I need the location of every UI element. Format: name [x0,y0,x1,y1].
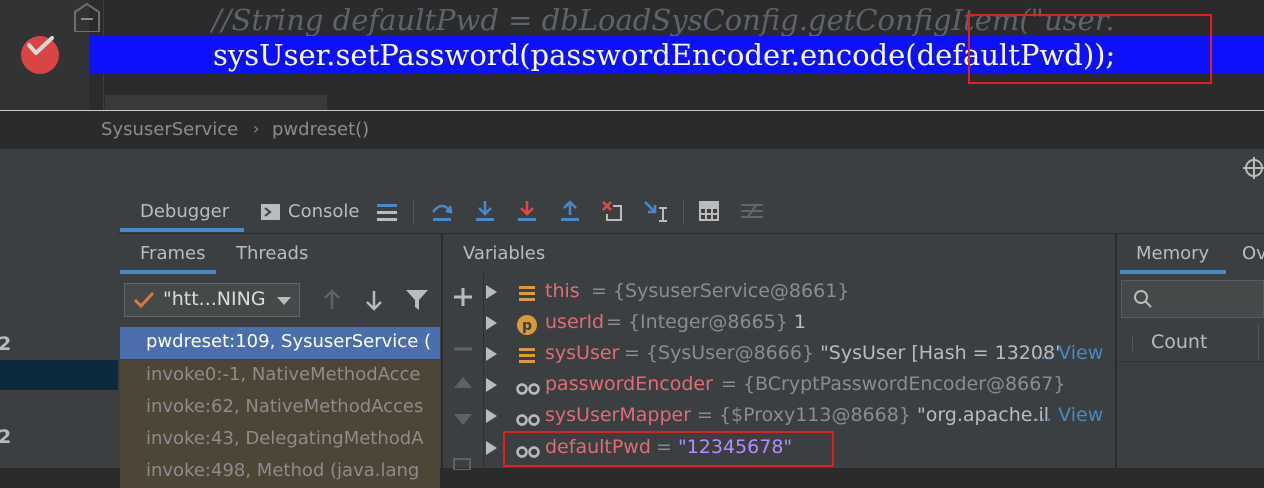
breadcrumb-method[interactable]: pwdreset() [272,119,369,140]
frame-row[interactable]: invoke:498, Method (java.lang [120,456,440,488]
chevron-down-icon [277,297,291,305]
copy-watch-icon[interactable] [452,455,472,474]
field-icon [519,348,535,363]
expand-arrow-icon[interactable] [486,441,497,455]
move-down-icon[interactable] [453,412,473,431]
tab-overhead[interactable]: Ov [1242,243,1264,264]
expand-arrow-icon[interactable] [486,347,497,361]
run-to-cursor-icon[interactable] [644,200,668,226]
frame-label: invoke0:-1, NativeMethodAcce [146,364,421,385]
variable-name: userId [545,311,605,333]
annotation-highlight-box [968,14,1212,84]
variable-ref: {$Proxy113@8668} [718,404,911,426]
strip-number: 2 [0,333,12,355]
remove-watch-icon[interactable] [453,337,473,356]
tab-frames-underline [120,270,216,274]
trace-stream-icon[interactable] [741,202,763,224]
parameter-icon: p [517,315,537,335]
strip-number: 2 [0,426,12,448]
frame-row[interactable]: invoke:43, DelegatingMethodA [120,424,440,456]
column-divider [1258,325,1259,361]
variables-title: Variables [463,243,546,264]
frames-list: pwdreset:109, SysuserService ( invoke0:-… [120,325,440,488]
expand-arrow-icon[interactable] [486,378,497,392]
layout-menu-icon[interactable] [377,203,397,225]
frame-row[interactable]: invoke:62, NativeMethodAcces [120,392,440,424]
force-step-into-icon[interactable] [516,200,538,226]
editor-horizontal-scrollbar[interactable] [105,95,327,110]
memory-search-input[interactable] [1121,280,1264,318]
variable-ref: {BCryptPasswordEncoder@8667} [742,373,1066,395]
variable-name: sysUser [545,342,620,364]
console-icon [261,204,280,224]
breadcrumb-separator: › [253,119,260,138]
expand-arrow-icon[interactable] [486,285,497,299]
variable-ref: {Integer@8665} [627,311,788,333]
annotation-highlight-box [503,431,834,467]
crosshair-icon[interactable] [1243,157,1264,183]
view-link[interactable]: ... View [1034,404,1103,426]
view-link[interactable]: ... View [1034,342,1103,364]
tab-console[interactable]: Console [288,201,359,222]
evaluate-expression-icon[interactable] [699,201,719,225]
fold-marker-icon[interactable] [71,2,103,33]
tab-frames[interactable]: Frames [140,243,205,264]
add-watch-icon[interactable] [453,287,473,311]
frame-label: invoke:62, NativeMethodAcces [146,396,424,417]
expand-arrow-icon[interactable] [486,316,497,330]
variable-ref: {SysUser@8666} [645,342,815,364]
left-tool-strip [0,149,118,468]
count-column-header[interactable]: Count [1151,331,1207,353]
frame-label: invoke:43, DelegatingMethodA [146,428,424,449]
frame-row[interactable]: invoke0:-1, NativeMethodAcce [120,360,440,392]
svg-text:p: p [522,318,532,334]
breakpoint-icon[interactable] [21,36,59,74]
watch-glasses-icon [516,414,540,426]
field-icon [519,286,535,301]
variable-value: "org.apache.il [916,404,1050,426]
watch-glasses-icon [516,383,540,395]
toolbar-separator [683,200,684,224]
step-out-icon[interactable] [559,200,581,226]
column-divider [1132,335,1133,351]
variable-name: passwordEncoder [545,373,713,395]
equals-sign: = [697,404,713,426]
tab-threads[interactable]: Threads [236,243,308,264]
drop-frame-icon[interactable] [601,200,625,226]
thread-selector[interactable]: "htt...NING [124,283,300,317]
frame-row-selected[interactable]: pwdreset:109, SysuserService ( [120,327,440,359]
memory-table-header: Count [1117,325,1264,362]
frame-label: pwdreset:109, SysuserService ( [146,331,432,352]
move-up-icon[interactable] [453,374,473,393]
frame-label: invoke:498, Method (java.lang [146,460,420,481]
thread-selector-value: "htt...NING [163,288,266,310]
tab-memory[interactable]: Memory [1136,243,1209,264]
filter-icon[interactable] [406,290,428,314]
tab-debugger-underline [120,228,244,232]
variable-name: sysUserMapper [545,404,692,426]
suspended-check-icon [133,291,155,309]
equals-sign: = [591,280,607,302]
variable-value: "SysUser [Hash = 13208' [820,342,1061,364]
variable-ref: {SysuserService@8661} [612,280,850,302]
tab-memory-underline [1120,270,1226,274]
breadcrumb-class[interactable]: SysuserService [101,119,238,140]
step-into-icon[interactable] [474,200,496,226]
toolbar-separator [413,200,414,224]
equals-sign: = [721,373,737,395]
variable-name: this [545,280,580,302]
arrow-down-icon[interactable] [364,289,384,315]
variable-value: 1 [793,311,806,333]
step-over-icon[interactable] [431,200,453,226]
search-icon [1134,290,1152,308]
arrow-up-icon[interactable] [322,289,342,315]
left-strip-selection [0,360,118,390]
expand-arrow-icon[interactable] [486,409,497,423]
equals-sign: = [624,342,640,364]
equals-sign: = [606,311,622,333]
tab-debugger[interactable]: Debugger [140,201,229,222]
